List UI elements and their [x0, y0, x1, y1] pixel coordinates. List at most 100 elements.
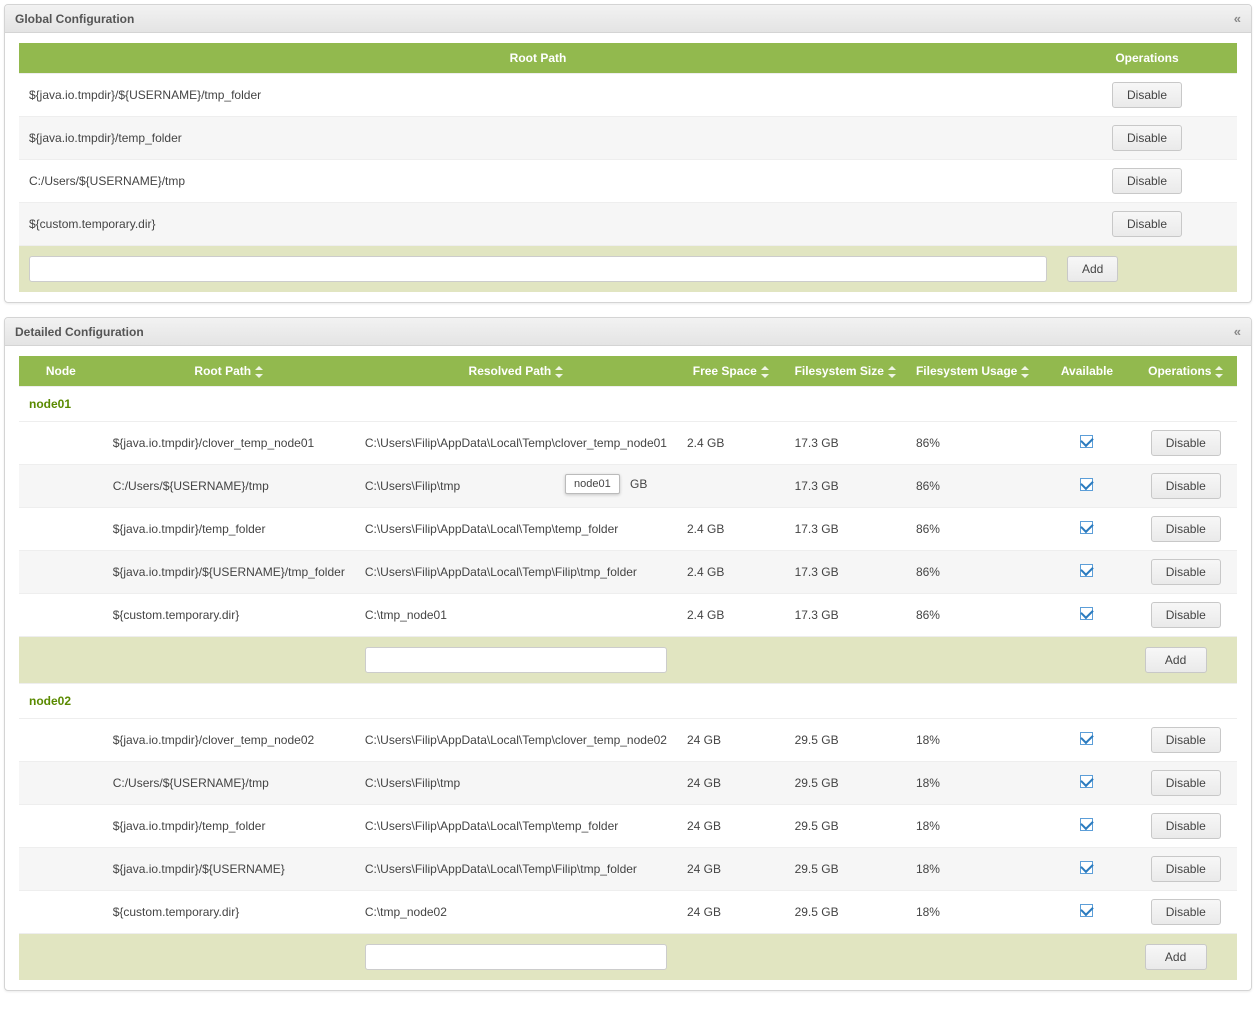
table-row: ${java.io.tmpdir}/temp_folder Disable: [19, 117, 1237, 160]
table-row: ${custom.temporary.dir}C:\tmp_node012.4 …: [19, 594, 1237, 637]
check-icon[interactable]: [1080, 904, 1093, 917]
root-path-cell: ${custom.temporary.dir}: [19, 203, 1057, 246]
detailed-config-header: Detailed Configuration «: [5, 318, 1251, 346]
check-icon[interactable]: [1080, 478, 1093, 491]
col-free-space[interactable]: Free Space: [677, 356, 785, 387]
disable-button[interactable]: Disable: [1112, 125, 1182, 151]
fs-usage-cell: 18%: [906, 762, 1039, 805]
disable-button[interactable]: Disable: [1151, 559, 1221, 585]
disable-button[interactable]: Disable: [1151, 516, 1221, 542]
detailed-config-body: Node Root Path Resolved Path Free Space …: [5, 346, 1251, 990]
col-fs-size[interactable]: Filesystem Size: [785, 356, 906, 387]
col-operations[interactable]: Operations: [1135, 356, 1237, 387]
resolved-path-cell: C:\tmp_node01: [355, 594, 677, 637]
detailed-table: Node Root Path Resolved Path Free Space …: [19, 356, 1237, 980]
global-config-body: Root Path Operations ${java.io.tmpdir}/$…: [5, 33, 1251, 302]
resolved-path-cell: C:\Users\Filip\tmp: [355, 465, 677, 508]
disable-button[interactable]: Disable: [1151, 430, 1221, 456]
collapse-icon[interactable]: «: [1234, 324, 1241, 339]
available-cell: [1039, 465, 1134, 508]
check-icon[interactable]: [1080, 521, 1093, 534]
root-path-cell: ${java.io.tmpdir}/temp_folder: [103, 805, 355, 848]
col-available[interactable]: Available: [1039, 356, 1134, 387]
free-space-cell: 24 GB: [677, 762, 785, 805]
root-path-cell: ${java.io.tmpdir}/${USERNAME}/tmp_folder: [103, 551, 355, 594]
global-config-panel: Global Configuration « Root Path Operati…: [4, 4, 1252, 303]
fs-size-cell: 17.3 GB: [785, 551, 906, 594]
disable-button[interactable]: Disable: [1151, 856, 1221, 882]
sort-icon: [1021, 366, 1029, 378]
root-path-cell: ${java.io.tmpdir}/temp_folder: [19, 117, 1057, 160]
col-root-path[interactable]: Root Path: [103, 356, 355, 387]
new-path-input[interactable]: [29, 256, 1047, 282]
detailed-config-title: Detailed Configuration: [15, 325, 144, 339]
disable-button[interactable]: Disable: [1151, 602, 1221, 628]
node-name: node02: [19, 684, 1135, 719]
node-name: node01: [19, 387, 1135, 422]
add-row: Add: [19, 637, 1237, 684]
fs-size-cell: 29.5 GB: [785, 762, 906, 805]
free-space-cell: 2.4 GB: [677, 508, 785, 551]
available-cell: [1039, 719, 1134, 762]
fs-size-cell: 17.3 GB: [785, 422, 906, 465]
check-icon[interactable]: [1080, 818, 1093, 831]
available-cell: [1039, 422, 1134, 465]
col-node[interactable]: Node: [19, 356, 103, 387]
new-path-input[interactable]: [365, 647, 667, 673]
add-button[interactable]: Add: [1067, 256, 1118, 282]
check-icon[interactable]: [1080, 861, 1093, 874]
free-space-cell: 24 GB: [677, 805, 785, 848]
fs-usage-cell: 18%: [906, 805, 1039, 848]
resolved-path-cell: C:\Users\Filip\AppData\Local\Temp\temp_f…: [355, 805, 677, 848]
free-space-cell: [677, 465, 785, 508]
resolved-path-cell: C:\Users\Filip\AppData\Local\Temp\clover…: [355, 422, 677, 465]
fs-size-cell: 29.5 GB: [785, 891, 906, 934]
add-row: Add: [19, 934, 1237, 981]
fs-usage-cell: 86%: [906, 508, 1039, 551]
free-space-cell: 2.4 GB: [677, 551, 785, 594]
detailed-config-panel: Detailed Configuration « Node Root Path …: [4, 317, 1252, 991]
add-button[interactable]: Add: [1145, 944, 1207, 970]
fs-size-cell: 29.5 GB: [785, 848, 906, 891]
fs-size-cell: 17.3 GB: [785, 508, 906, 551]
col-operations: Operations: [1057, 43, 1237, 74]
sort-icon: [761, 366, 769, 378]
disable-button[interactable]: Disable: [1112, 211, 1182, 237]
disable-button[interactable]: Disable: [1151, 473, 1221, 499]
root-path-cell: ${java.io.tmpdir}/clover_temp_node01: [103, 422, 355, 465]
col-resolved-path[interactable]: Resolved Path: [355, 356, 677, 387]
check-icon[interactable]: [1080, 435, 1093, 448]
available-cell: [1039, 891, 1134, 934]
check-icon[interactable]: [1080, 732, 1093, 745]
disable-button[interactable]: Disable: [1151, 770, 1221, 796]
new-path-input[interactable]: [365, 944, 667, 970]
add-row: Add: [19, 246, 1237, 293]
sort-icon: [1215, 366, 1223, 378]
fs-usage-cell: 86%: [906, 594, 1039, 637]
global-config-title: Global Configuration: [15, 12, 134, 26]
available-cell: [1039, 508, 1134, 551]
disable-button[interactable]: Disable: [1112, 82, 1182, 108]
disable-button[interactable]: Disable: [1151, 813, 1221, 839]
check-icon[interactable]: [1080, 564, 1093, 577]
col-fs-usage[interactable]: Filesystem Usage: [906, 356, 1039, 387]
disable-button[interactable]: Disable: [1151, 899, 1221, 925]
table-row: ${java.io.tmpdir}/${USERNAME}C:\Users\Fi…: [19, 848, 1237, 891]
add-button[interactable]: Add: [1145, 647, 1207, 673]
table-row: ${custom.temporary.dir} Disable: [19, 203, 1237, 246]
resolved-path-cell: C:\Users\Filip\AppData\Local\Temp\clover…: [355, 719, 677, 762]
check-icon[interactable]: [1080, 607, 1093, 620]
resolved-path-cell: C:\Users\Filip\tmp: [355, 762, 677, 805]
table-row: ${java.io.tmpdir}/clover_temp_node02C:\U…: [19, 719, 1237, 762]
check-icon[interactable]: [1080, 775, 1093, 788]
disable-button[interactable]: Disable: [1112, 168, 1182, 194]
global-config-header: Global Configuration «: [5, 5, 1251, 33]
available-cell: [1039, 551, 1134, 594]
table-row: ${java.io.tmpdir}/${USERNAME}/tmp_folder…: [19, 74, 1237, 117]
fs-size-cell: 29.5 GB: [785, 805, 906, 848]
root-path-cell: ${java.io.tmpdir}/temp_folder: [103, 508, 355, 551]
node-heading-row: node02: [19, 684, 1237, 719]
disable-button[interactable]: Disable: [1151, 727, 1221, 753]
collapse-icon[interactable]: «: [1234, 11, 1241, 26]
table-row: ${java.io.tmpdir}/clover_temp_node01C:\U…: [19, 422, 1237, 465]
